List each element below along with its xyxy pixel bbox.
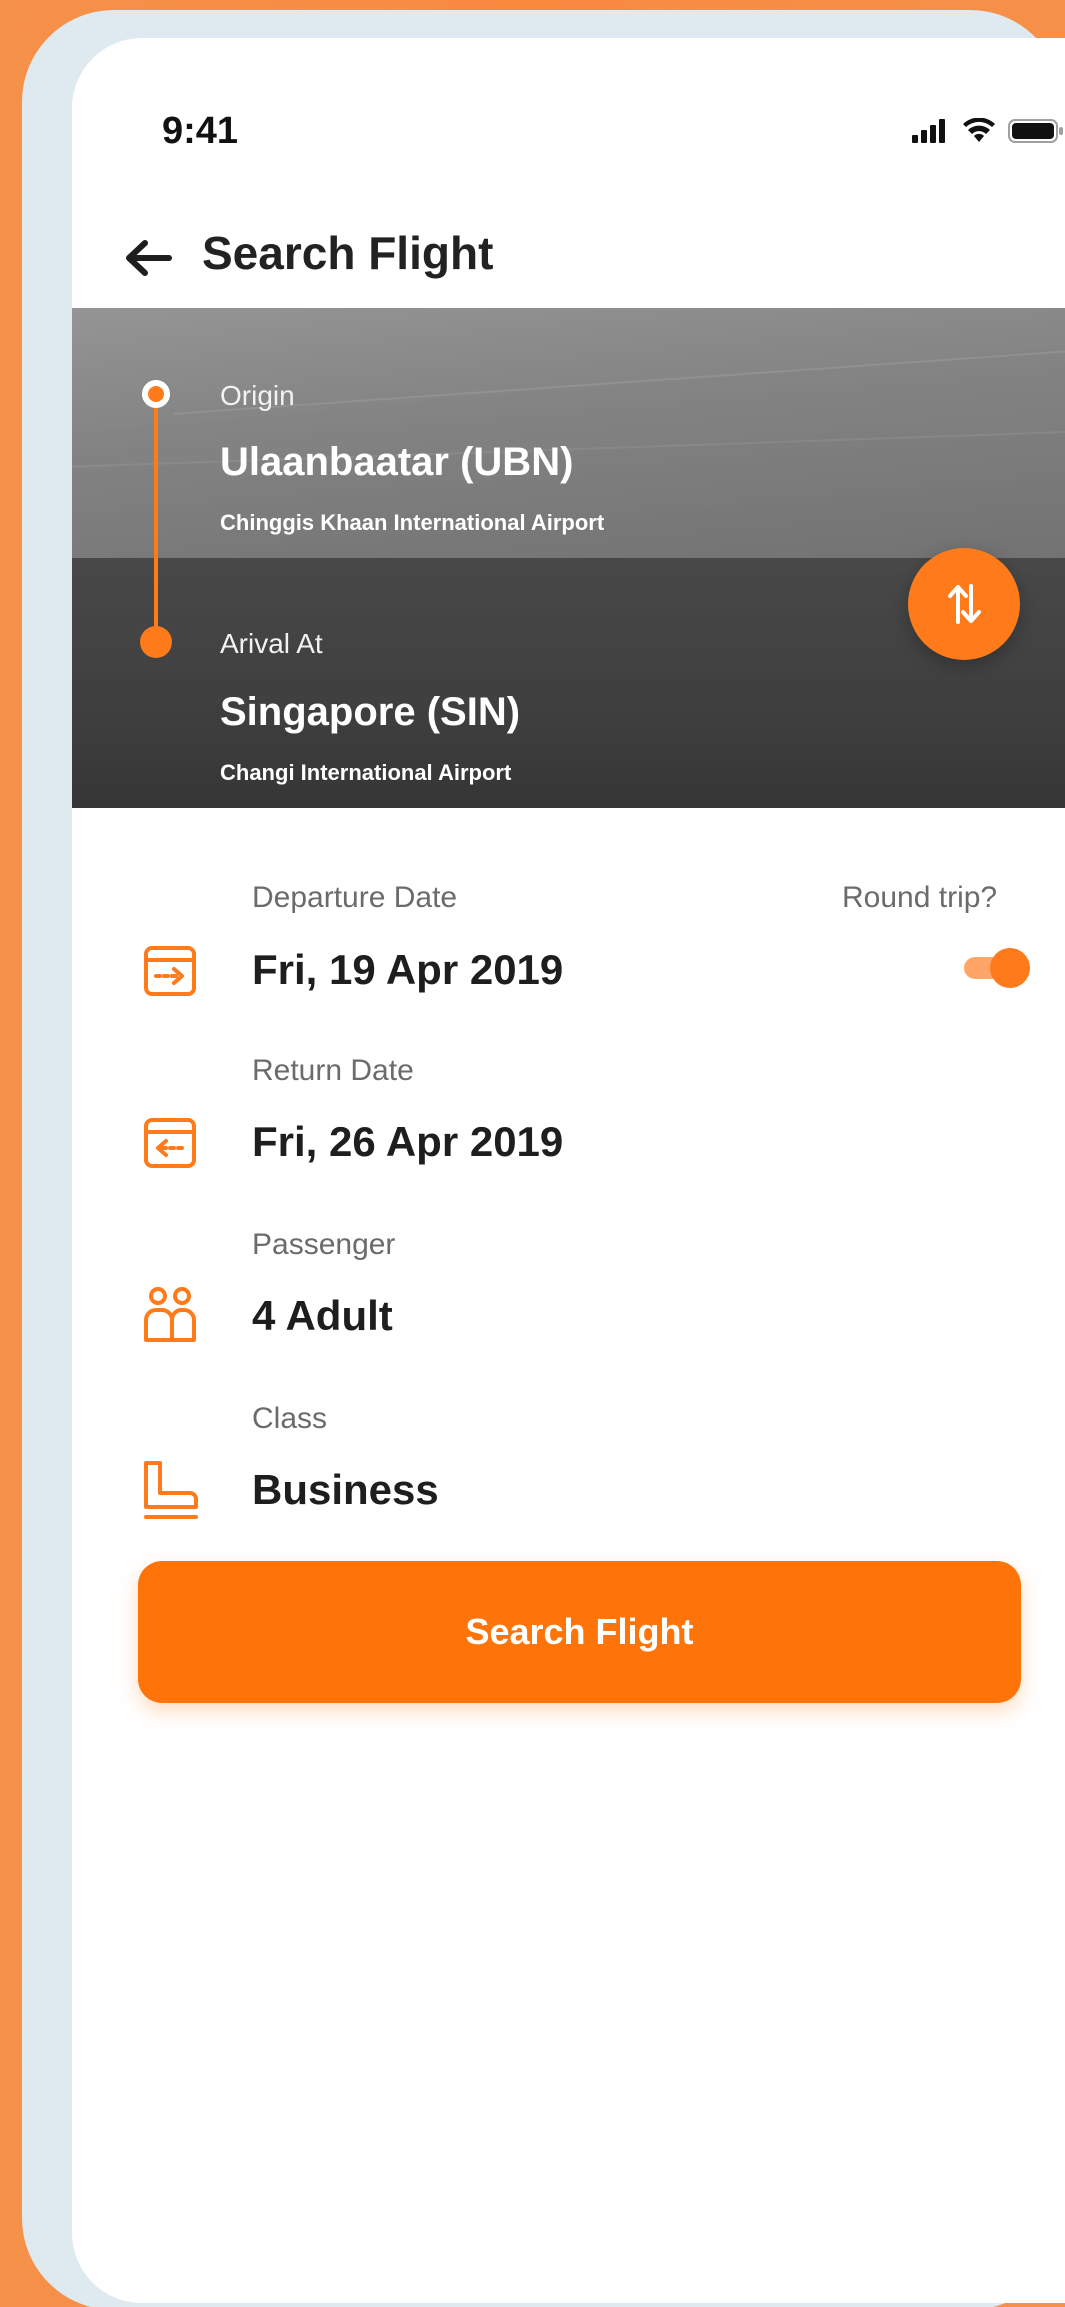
destination-city: Singapore (SIN) [220,690,521,734]
swap-route-button[interactable] [908,548,1020,660]
passenger-label: Passenger [252,1228,396,1261]
round-trip-label: Round trip? [842,881,998,914]
destination-dot-icon [140,626,172,658]
passenger-value: 4 Adult [252,1292,393,1339]
destination-airport: Changi International Airport [220,760,512,785]
origin-city: Ulaanbaatar (UBN) [220,440,574,484]
origin-dot-icon [142,380,170,408]
app-screen: 9:41 Search Flight Origin Ulaanbaatar (U… [72,38,1065,2303]
battery-icon [1008,119,1063,143]
departure-date-label: Departure Date [252,881,458,914]
route-connector-line [154,394,158,640]
toggle-knob [990,948,1030,988]
phone-frame: 9:41 Search Flight Origin Ulaanbaatar (U… [22,10,1065,2307]
status-icons [912,118,1064,144]
calendar-departure-icon [140,940,200,1000]
page-title: Search Flight [202,227,494,279]
arrow-left-icon [126,240,172,276]
signal-icon [912,119,945,143]
return-date-label: Return Date [252,1054,414,1087]
origin-airport: Chinggis Khaan International Airport [220,510,605,535]
departure-date-value: Fri, 19 Apr 2019 [252,946,564,993]
swap-vertical-icon [948,584,981,624]
passengers-icon [140,1286,200,1346]
destination-label: Arival At [220,628,323,659]
search-flight-button[interactable]: Search Flight [138,1561,1021,1703]
origin-label: Origin [220,380,295,411]
class-value: Business [252,1466,439,1513]
status-time: 9:41 [162,110,239,152]
wifi-icon [963,118,995,142]
return-date-value: Fri, 26 Apr 2019 [252,1118,564,1165]
seat-icon [140,1460,200,1520]
route-panel: Origin Ulaanbaatar (UBN) Chinggis Khaan … [72,308,1065,808]
calendar-return-icon [140,1112,200,1172]
round-trip-toggle[interactable] [964,948,1036,988]
class-label: Class [252,1402,328,1435]
back-button[interactable] [118,232,178,284]
